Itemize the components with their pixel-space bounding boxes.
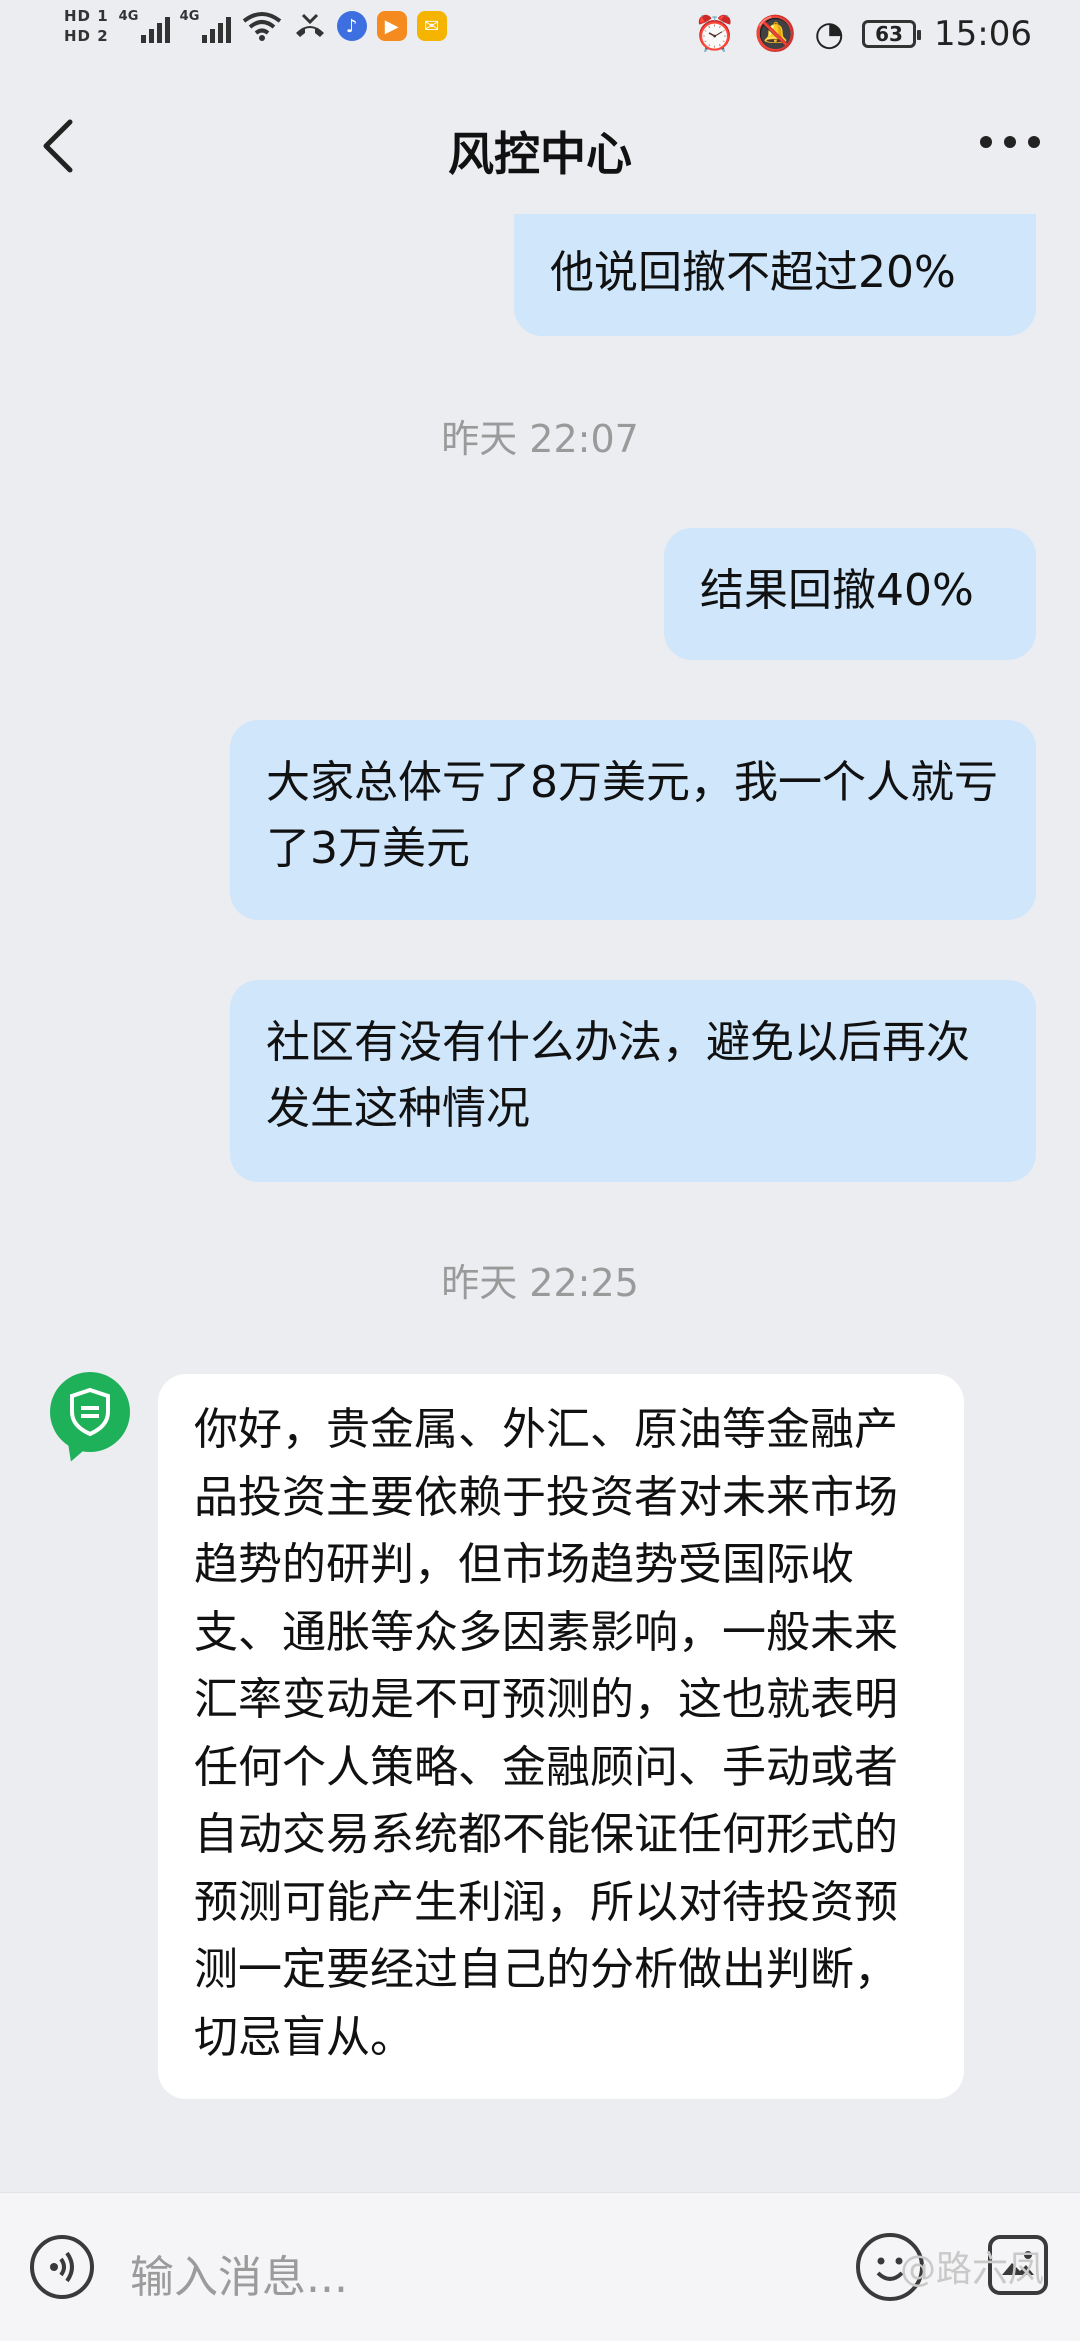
missed-call-icon [295, 13, 324, 37]
shield-icon [70, 1387, 110, 1437]
message-bubble-outgoing[interactable]: 大家总体亏了8万美元，我一个人就亏了3万美元 [230, 720, 1036, 920]
network-type-1: 4G [118, 9, 139, 24]
wifi-icon [242, 12, 281, 41]
more-options-icon[interactable] [980, 136, 1040, 148]
battery-level: 63 [875, 22, 903, 46]
message-timestamp: 昨天 22:25 [441, 1261, 639, 1305]
alarm-icon: ⏰ [693, 14, 736, 54]
status-bar: HD 1 HD 2 4G 4G ♪ ▶ ✉ ⏰ 🔕 ◔ 63 15:06 [0, 0, 1080, 78]
speed-icon: ◔ [814, 14, 845, 54]
message-timestamp: 昨天 22:07 [441, 417, 639, 461]
network-type-2: 4G [179, 9, 200, 24]
message-bubble-outgoing[interactable]: 他说回撤不超过20% [514, 214, 1036, 336]
page-title: 风控中心 [448, 127, 632, 181]
signal-icon-2: 4G [180, 9, 231, 43]
message-text: 他说回撤不超过20% [550, 247, 956, 298]
watermark: @路六凤 [900, 2249, 1045, 2290]
avatar[interactable] [50, 1372, 130, 1452]
sim-indicator: HD 1 HD 2 [64, 8, 109, 44]
music-app-icon: ♪ [336, 11, 367, 41]
sim1-label: HD 1 [64, 7, 109, 25]
message-bubble-outgoing[interactable]: 结果回撤40% [664, 528, 1036, 660]
message-text: 你好，贵金属、外汇、原油等金融产品投资主要依赖于投资者对未来市场趋势的研判，但市… [194, 1404, 898, 2063]
message-bubble-incoming[interactable]: 你好，贵金属、外汇、原油等金融产品投资主要依赖于投资者对未来市场趋势的研判，但市… [158, 1374, 964, 2099]
message-bubble-outgoing[interactable]: 社区有没有什么办法，避免以后再次发生这种情况 [230, 980, 1036, 1182]
sim2-label: HD 2 [64, 27, 109, 45]
battery-icon: 63 [862, 20, 922, 48]
mute-icon: 🔕 [754, 14, 797, 54]
mail-app-icon: ✉ [416, 11, 447, 41]
signal-icon: 4G [119, 9, 170, 43]
app-header: 风控中心 [0, 100, 1080, 200]
message-text: 结果回撤40% [700, 565, 974, 616]
voice-input-button[interactable] [30, 2235, 94, 2299]
voice-icon [50, 2251, 74, 2283]
clock: 15:06 [934, 14, 1032, 54]
video-app-icon: ▶ [376, 11, 407, 41]
message-text: 社区有没有什么办法，避免以后再次发生这种情况 [266, 1017, 970, 1134]
message-input[interactable]: 输入消息... [130, 2241, 348, 2305]
message-text: 大家总体亏了8万美元，我一个人就亏了3万美元 [266, 757, 998, 874]
